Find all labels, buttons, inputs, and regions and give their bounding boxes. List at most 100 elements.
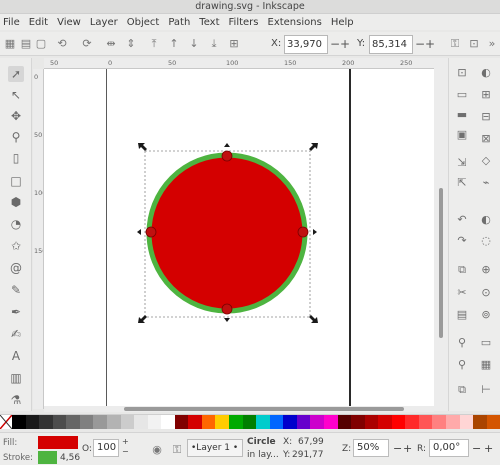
copy-icon[interactable]: ⧉ — [455, 263, 469, 277]
rotate-increment-button[interactable]: + — [484, 442, 493, 455]
snap-toggle-icon[interactable]: ◐ — [479, 66, 493, 80]
snap-bbox-corners-icon[interactable]: ⊠ — [479, 132, 493, 146]
snap-cusp-icon[interactable]: ◐ — [479, 213, 493, 227]
palette-swatch[interactable] — [52, 415, 67, 429]
palette-swatch[interactable] — [242, 415, 257, 429]
opacity-decrement-button[interactable]: − — [122, 447, 129, 456]
scale-handle-topright[interactable] — [309, 143, 318, 151]
layer-dropdown[interactable]: •Layer 1 • — [187, 439, 243, 457]
snap-grid-icon[interactable]: ▦ — [479, 358, 493, 372]
palette-swatch[interactable] — [256, 415, 270, 429]
duplicate-icon[interactable]: ⧉ — [455, 383, 469, 397]
palette-swatch[interactable] — [39, 415, 53, 429]
palette-swatch[interactable] — [12, 415, 26, 429]
export-icon[interactable]: ⇱ — [455, 176, 469, 190]
node-handle-right[interactable] — [297, 226, 309, 238]
zoom-input[interactable]: 50% — [353, 439, 389, 457]
no-paint-swatch[interactable] — [0, 415, 12, 429]
palette-swatch[interactable] — [459, 415, 474, 429]
lock-icon[interactable]: ⚿ — [170, 443, 184, 457]
stroke-swatch[interactable] — [38, 451, 57, 464]
palette-swatch[interactable] — [337, 415, 352, 429]
palette-swatch[interactable] — [446, 415, 460, 429]
palette-swatch[interactable] — [432, 415, 446, 429]
zoom-selection-icon[interactable]: ⚲ — [455, 336, 469, 350]
snap-bbox-edges-icon[interactable]: ⊟ — [479, 110, 493, 124]
snap-nodes-icon[interactable]: ◇ — [479, 154, 493, 168]
vertical-scrollbar[interactable] — [434, 58, 448, 411]
fill-swatch[interactable] — [38, 436, 78, 449]
palette-swatch[interactable] — [378, 415, 392, 429]
palette-swatch[interactable] — [486, 415, 500, 429]
palette-swatch[interactable] — [405, 415, 419, 429]
palette-swatch[interactable] — [269, 415, 284, 429]
cut-icon[interactable]: ✂ — [455, 286, 469, 300]
rotate-decrement-button[interactable]: − — [472, 442, 481, 455]
snap-guide-icon[interactable]: ⊢ — [479, 383, 493, 397]
snap-midpoint-icon[interactable]: ⊕ — [479, 263, 493, 277]
zoom-decrement-button[interactable]: − — [393, 442, 402, 455]
node-handle-bottom[interactable] — [221, 303, 233, 315]
zoom-label: Z: — [342, 444, 352, 454]
new-document-icon[interactable]: ▭ — [455, 88, 469, 102]
palette-swatch[interactable] — [418, 415, 433, 429]
zoom-fit-icon[interactable]: ⊡ — [455, 66, 469, 80]
palette-swatch[interactable] — [188, 415, 202, 429]
palette-swatch[interactable] — [391, 415, 406, 429]
palette-swatch[interactable] — [66, 415, 80, 429]
palette-swatch[interactable] — [147, 415, 162, 429]
zoom-increment-button[interactable]: + — [403, 442, 412, 455]
paste-icon[interactable]: ▤ — [455, 308, 469, 322]
snap-smooth-icon[interactable]: ◌ — [479, 234, 493, 248]
palette-swatch[interactable] — [323, 415, 338, 429]
palette-swatch[interactable] — [229, 415, 243, 429]
eye-icon[interactable]: ◉ — [150, 443, 164, 457]
node-handle-left[interactable] — [145, 226, 157, 238]
snap-center-icon[interactable]: ⊙ — [479, 286, 493, 300]
snap-rotation-center-icon[interactable]: ⊚ — [479, 308, 493, 322]
scale-handle-right[interactable] — [313, 229, 317, 235]
palette-swatch[interactable] — [106, 415, 121, 429]
open-file-icon[interactable]: ▬ — [455, 108, 469, 122]
snap-page-icon[interactable]: ▭ — [479, 336, 493, 350]
opacity-increment-button[interactable]: + — [122, 437, 129, 446]
snap-bbox-icon[interactable]: ⊞ — [479, 88, 493, 102]
undo-icon[interactable]: ↶ — [455, 213, 469, 227]
rotate-input[interactable]: 0,00° — [429, 439, 469, 457]
scale-handle-top[interactable] — [224, 143, 230, 147]
palette-swatch[interactable] — [93, 415, 107, 429]
palette-swatch[interactable] — [120, 415, 135, 429]
stroke-width-value[interactable]: 4,56 — [60, 453, 80, 463]
import-icon[interactable]: ⇲ — [455, 156, 469, 170]
palette-swatch[interactable] — [310, 415, 324, 429]
palette-swatch[interactable] — [161, 415, 175, 429]
palette-swatch[interactable] — [201, 415, 216, 429]
scale-handle-bottomright[interactable] — [309, 315, 318, 323]
palette-swatch[interactable] — [283, 415, 297, 429]
palette-swatch[interactable] — [473, 415, 487, 429]
no-paint-icon — [0, 415, 12, 429]
scale-handle-topleft[interactable] — [138, 143, 147, 151]
scale-handle-bottomleft[interactable] — [138, 315, 147, 323]
rotate-label: R: — [417, 444, 427, 454]
node-handle-top[interactable] — [221, 150, 233, 162]
palette-swatch[interactable] — [215, 415, 229, 429]
circle-object[interactable] — [146, 152, 308, 314]
scale-handle-left[interactable] — [137, 229, 141, 235]
palette-swatch[interactable] — [25, 415, 40, 429]
vertical-scroll-thumb[interactable] — [439, 188, 443, 338]
opacity-input[interactable]: 100 — [93, 439, 119, 457]
redo-icon[interactable]: ↷ — [455, 234, 469, 248]
palette-swatch[interactable] — [79, 415, 94, 429]
save-icon[interactable]: ▣ — [455, 128, 469, 142]
palette-swatch[interactable] — [174, 415, 189, 429]
horizontal-scroll-thumb[interactable] — [124, 407, 404, 411]
horizontal-scrollbar[interactable] — [44, 406, 434, 412]
scale-handle-bottom[interactable] — [224, 318, 230, 322]
palette-swatch[interactable] — [351, 415, 365, 429]
palette-swatch[interactable] — [296, 415, 311, 429]
palette-swatch[interactable] — [134, 415, 148, 429]
snap-paths-icon[interactable]: ⌁ — [479, 176, 493, 190]
zoom-drawing-icon[interactable]: ⚲ — [455, 358, 469, 372]
palette-swatch[interactable] — [364, 415, 379, 429]
